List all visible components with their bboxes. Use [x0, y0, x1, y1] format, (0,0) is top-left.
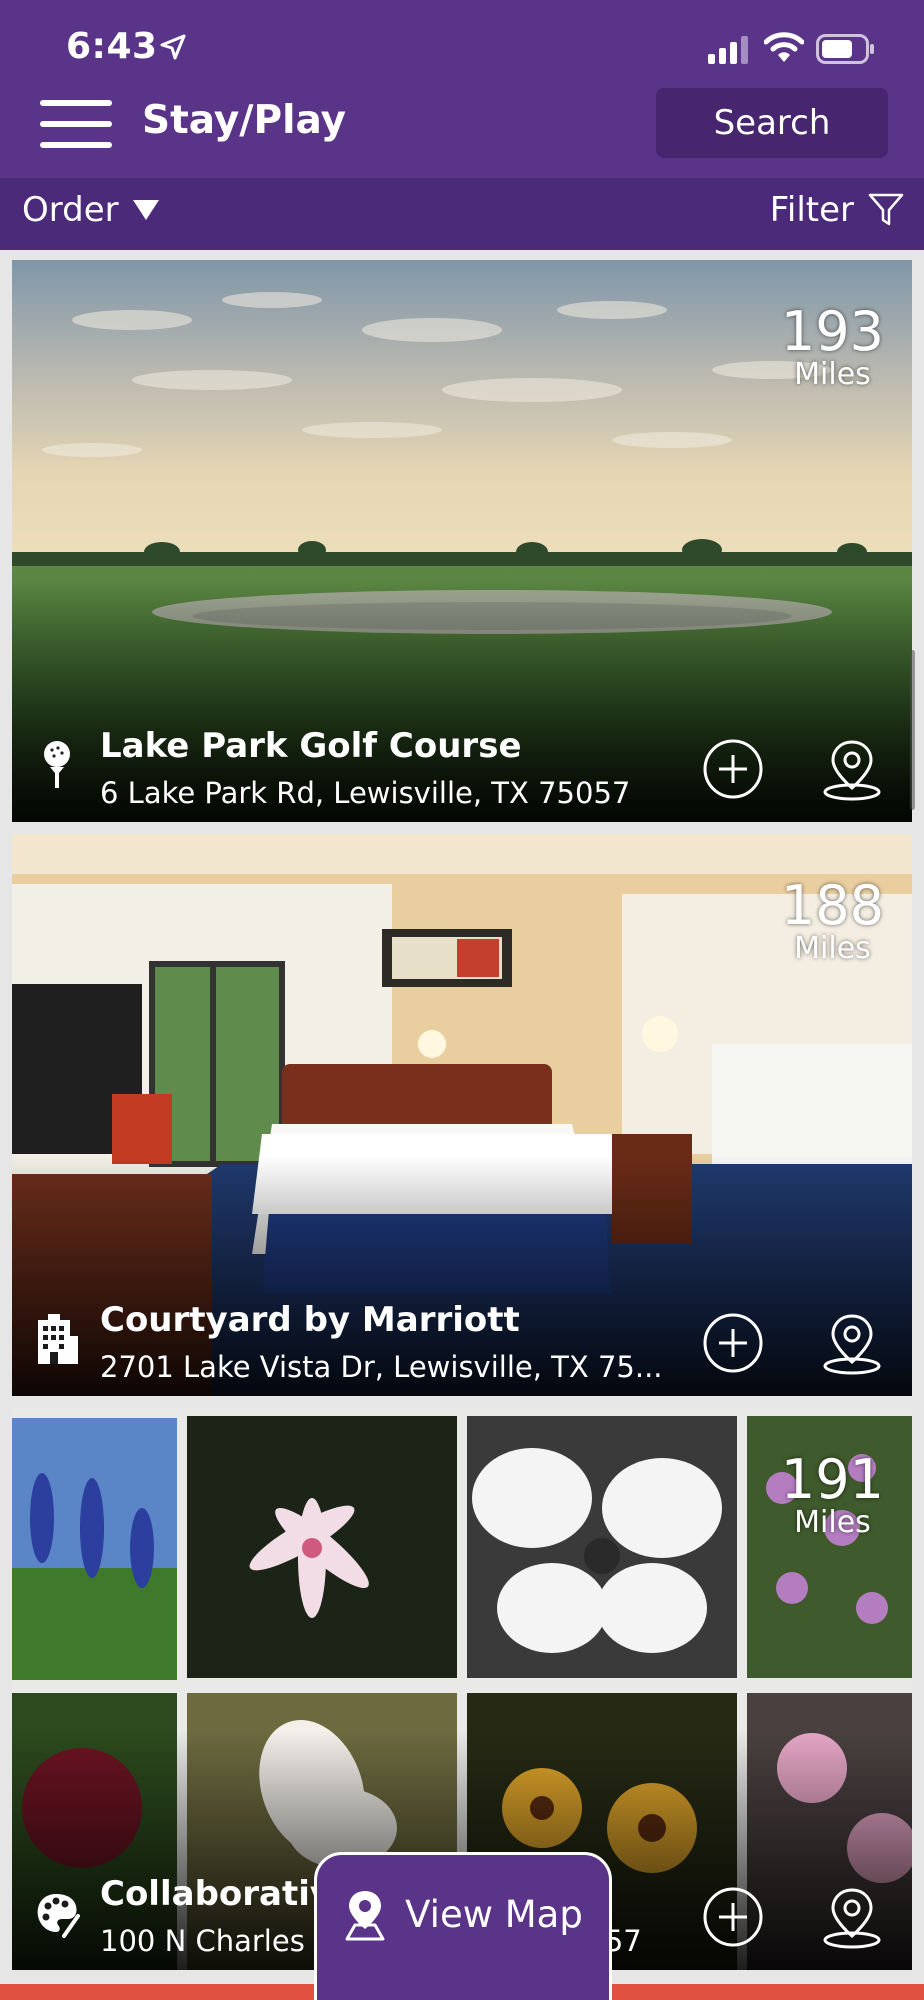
distance-value: 188 — [780, 874, 884, 937]
map-pin-icon[interactable] — [820, 1312, 884, 1376]
scrollbar[interactable] — [910, 650, 915, 810]
order-label: Order — [22, 190, 119, 230]
add-plus-icon[interactable] — [702, 738, 764, 800]
app-header: 6:43 Stay/Play Search — [0, 0, 924, 178]
menu-icon[interactable] — [40, 100, 112, 148]
order-dropdown[interactable]: Order — [22, 190, 159, 230]
place-address: 6 Lake Park Rd, Lewisville, TX 75057 — [100, 776, 631, 810]
view-map-button[interactable]: View Map — [314, 1852, 612, 2000]
distance-unit: Miles — [794, 1505, 871, 1540]
add-plus-icon[interactable] — [702, 1886, 764, 1948]
map-pin-icon[interactable] — [820, 1886, 884, 1950]
place-card[interactable]: 188 Miles Courtyard by Marriott 2701 Lak… — [12, 834, 912, 1396]
places-list[interactable]: 193 Miles Lake Park Golf Course 6 Lake P… — [0, 250, 924, 2000]
view-map-label: View Map — [405, 1893, 583, 1936]
wifi-icon — [764, 32, 804, 62]
cellular-signal-icon — [708, 36, 748, 64]
search-button[interactable]: Search — [656, 88, 888, 158]
filter-label: Filter — [769, 190, 854, 230]
page-title: Stay/Play — [142, 98, 347, 143]
filter-button[interactable]: Filter — [770, 190, 904, 230]
golf-icon — [44, 741, 70, 788]
place-card[interactable]: 193 Miles Lake Park Golf Course 6 Lake P… — [12, 260, 912, 822]
art-palette-icon — [37, 1894, 80, 1938]
status-time: 6:43 — [66, 26, 158, 67]
place-name: Lake Park Golf Course — [100, 726, 522, 766]
distance-value: 191 — [780, 1448, 884, 1511]
distance-unit: Miles — [794, 357, 871, 392]
distance-badge: 193 Miles — [781, 304, 884, 390]
add-plus-icon[interactable] — [702, 1312, 764, 1374]
hotel-icon — [38, 1314, 78, 1364]
location-arrow-icon — [160, 34, 186, 60]
map-pin-icon[interactable] — [820, 738, 884, 802]
distance-value: 193 — [780, 300, 884, 363]
place-address-start: 100 N Charles — [100, 1924, 305, 1958]
place-address: 2701 Lake Vista Dr, Lewisville, TX 75... — [100, 1350, 663, 1384]
distance-badge: 191 Miles — [781, 1452, 884, 1538]
sort-filter-bar: Order Filter — [0, 178, 924, 250]
filter-funnel-icon — [868, 193, 904, 226]
caret-down-icon — [132, 200, 159, 220]
distance-unit: Miles — [794, 931, 871, 966]
map-pin-icon — [345, 1891, 385, 1941]
distance-badge: 188 Miles — [781, 878, 884, 964]
place-name: Courtyard by Marriott — [100, 1300, 520, 1340]
battery-icon — [816, 34, 874, 64]
